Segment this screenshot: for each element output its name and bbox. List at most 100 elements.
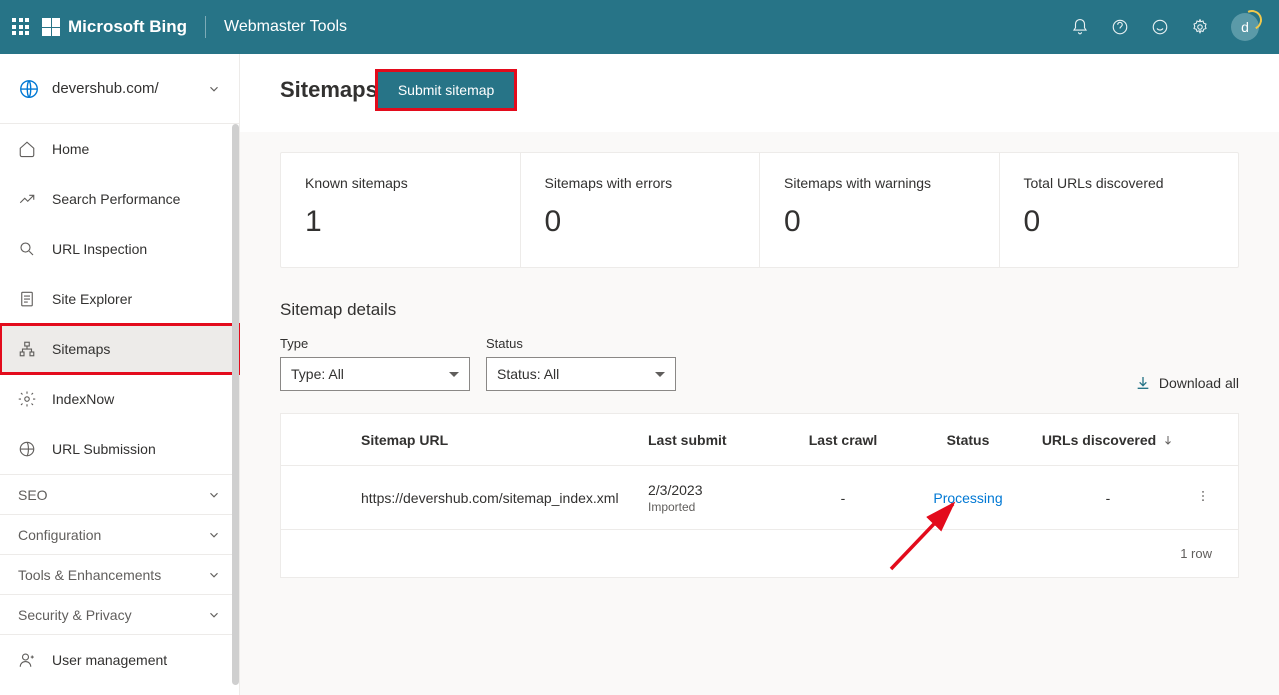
sidebar-item-url-inspection[interactable]: URL Inspection bbox=[0, 224, 239, 274]
filter-type-select[interactable]: Type: All bbox=[280, 357, 470, 391]
download-label: Download all bbox=[1159, 375, 1239, 391]
sidebar-item-url-submission[interactable]: URL Submission bbox=[0, 424, 239, 474]
chevron-down-icon bbox=[207, 82, 221, 96]
main-content: Sitemaps Submit sitemap Known sitemaps 1… bbox=[240, 54, 1279, 695]
avatar[interactable]: d bbox=[1231, 13, 1259, 41]
chevron-down-icon bbox=[207, 608, 221, 622]
row-crawl: - bbox=[778, 490, 908, 506]
chevron-down-icon bbox=[207, 488, 221, 502]
card-label: Sitemaps with warnings bbox=[784, 175, 975, 191]
card-sitemaps-errors: Sitemaps with errors 0 bbox=[521, 153, 761, 267]
sidebar-item-label: URL Submission bbox=[52, 441, 156, 457]
card-value: 0 bbox=[1024, 205, 1215, 239]
card-label: Sitemaps with errors bbox=[545, 175, 736, 191]
page-title: Sitemaps bbox=[280, 77, 378, 103]
globe-icon bbox=[18, 440, 36, 458]
col-status-header[interactable]: Status bbox=[908, 432, 1028, 448]
user-icon bbox=[18, 651, 36, 669]
sidebar-section-tools[interactable]: Tools & Enhancements bbox=[0, 554, 239, 594]
sidebar-item-label: Site Explorer bbox=[52, 291, 132, 307]
help-icon[interactable] bbox=[1111, 18, 1129, 36]
summary-cards: Known sitemaps 1 Sitemaps with errors 0 … bbox=[280, 152, 1239, 268]
sidebar-section-seo[interactable]: SEO bbox=[0, 474, 239, 514]
scrollbar[interactable] bbox=[232, 124, 239, 685]
card-value: 0 bbox=[545, 205, 736, 239]
brand-name: Microsoft Bing bbox=[68, 17, 187, 37]
filter-status-label: Status bbox=[486, 336, 676, 351]
sidebar-section-security[interactable]: Security & Privacy bbox=[0, 594, 239, 634]
filter-type-value: Type: All bbox=[291, 366, 344, 382]
site-selector[interactable]: devershub.com/ bbox=[0, 54, 239, 124]
gear-icon bbox=[18, 390, 36, 408]
sidebar-item-label: IndexNow bbox=[52, 391, 114, 407]
card-known-sitemaps: Known sitemaps 1 bbox=[281, 153, 521, 267]
chevron-down-icon bbox=[207, 528, 221, 542]
smiley-icon[interactable] bbox=[1151, 18, 1169, 36]
sitemap-icon bbox=[18, 340, 36, 358]
sidebar-item-sitemaps[interactable]: Sitemaps bbox=[0, 324, 239, 374]
table-footer: 1 row bbox=[281, 530, 1238, 577]
card-sitemaps-warnings: Sitemaps with warnings 0 bbox=[760, 153, 1000, 267]
filter-status-select[interactable]: Status: All bbox=[486, 357, 676, 391]
bell-icon[interactable] bbox=[1071, 18, 1089, 36]
submit-sitemap-button[interactable]: Submit sitemap bbox=[378, 72, 514, 108]
trend-icon bbox=[18, 190, 36, 208]
col-submit-header[interactable]: Last submit bbox=[648, 432, 778, 448]
sidebar-item-label: URL Inspection bbox=[52, 241, 147, 257]
microsoft-logo-icon bbox=[42, 18, 60, 36]
search-icon bbox=[18, 240, 36, 258]
col-crawl-header[interactable]: Last crawl bbox=[778, 432, 908, 448]
section-label: Configuration bbox=[18, 527, 101, 543]
more-vertical-icon bbox=[1196, 489, 1210, 503]
row-status[interactable]: Processing bbox=[908, 490, 1028, 506]
filter-type-label: Type bbox=[280, 336, 470, 351]
sitemap-table: Sitemap URL Last submit Last crawl Statu… bbox=[280, 413, 1239, 578]
row-submit-note: Imported bbox=[648, 500, 778, 514]
table-header: Sitemap URL Last submit Last crawl Statu… bbox=[281, 414, 1238, 466]
filter-type-group: Type Type: All bbox=[280, 336, 470, 391]
sidebar-item-label: Home bbox=[52, 141, 89, 157]
sidebar-item-site-explorer[interactable]: Site Explorer bbox=[0, 274, 239, 324]
sort-down-icon bbox=[1162, 434, 1174, 446]
brand-subtitle: Webmaster Tools bbox=[224, 18, 347, 36]
card-value: 1 bbox=[305, 205, 496, 239]
sidebar: devershub.com/ Home Search Performance U… bbox=[0, 54, 240, 695]
row-url: https://devershub.com/sitemap_index.xml bbox=[341, 490, 648, 506]
sidebar-item-label: User management bbox=[52, 652, 167, 668]
section-label: SEO bbox=[18, 487, 48, 503]
filter-status-value: Status: All bbox=[497, 366, 559, 382]
sidebar-item-search-performance[interactable]: Search Performance bbox=[0, 174, 239, 224]
header-left: Microsoft Bing Webmaster Tools bbox=[12, 16, 347, 38]
col-url-header[interactable]: Sitemap URL bbox=[341, 432, 648, 448]
filter-status-group: Status Status: All bbox=[486, 336, 676, 391]
row-urls: - bbox=[1028, 490, 1188, 506]
row-menu-button[interactable] bbox=[1188, 489, 1218, 506]
sidebar-item-home[interactable]: Home bbox=[0, 124, 239, 174]
download-icon bbox=[1135, 375, 1151, 391]
download-all-link[interactable]: Download all bbox=[1135, 375, 1239, 391]
sidebar-section-configuration[interactable]: Configuration bbox=[0, 514, 239, 554]
card-total-urls: Total URLs discovered 0 bbox=[1000, 153, 1239, 267]
app-header: Microsoft Bing Webmaster Tools d bbox=[0, 0, 1279, 54]
gear-icon[interactable] bbox=[1191, 18, 1209, 36]
row-submit: 2/3/2023 Imported bbox=[648, 482, 778, 514]
card-label: Known sitemaps bbox=[305, 175, 496, 191]
page-header: Sitemaps Submit sitemap bbox=[240, 54, 1279, 132]
app-launcher-icon[interactable] bbox=[12, 18, 30, 36]
chevron-down-icon bbox=[207, 568, 221, 582]
avatar-letter: d bbox=[1241, 19, 1249, 35]
card-value: 0 bbox=[784, 205, 975, 239]
home-icon bbox=[18, 140, 36, 158]
submit-highlight: Submit sitemap bbox=[378, 72, 514, 108]
brand-divider bbox=[205, 16, 206, 38]
filters-row: Type Type: All Status Status: All Downlo… bbox=[280, 336, 1239, 391]
table-row[interactable]: https://devershub.com/sitemap_index.xml … bbox=[281, 466, 1238, 530]
sidebar-item-indexnow[interactable]: IndexNow bbox=[0, 374, 239, 424]
globe-icon bbox=[18, 78, 40, 100]
header-right: d bbox=[1071, 13, 1267, 41]
row-submit-date: 2/3/2023 bbox=[648, 482, 778, 498]
sidebar-item-user-management[interactable]: User management bbox=[0, 634, 239, 684]
col-urls-header[interactable]: URLs discovered bbox=[1028, 432, 1188, 448]
section-title: Sitemap details bbox=[280, 300, 1239, 320]
card-label: Total URLs discovered bbox=[1024, 175, 1215, 191]
